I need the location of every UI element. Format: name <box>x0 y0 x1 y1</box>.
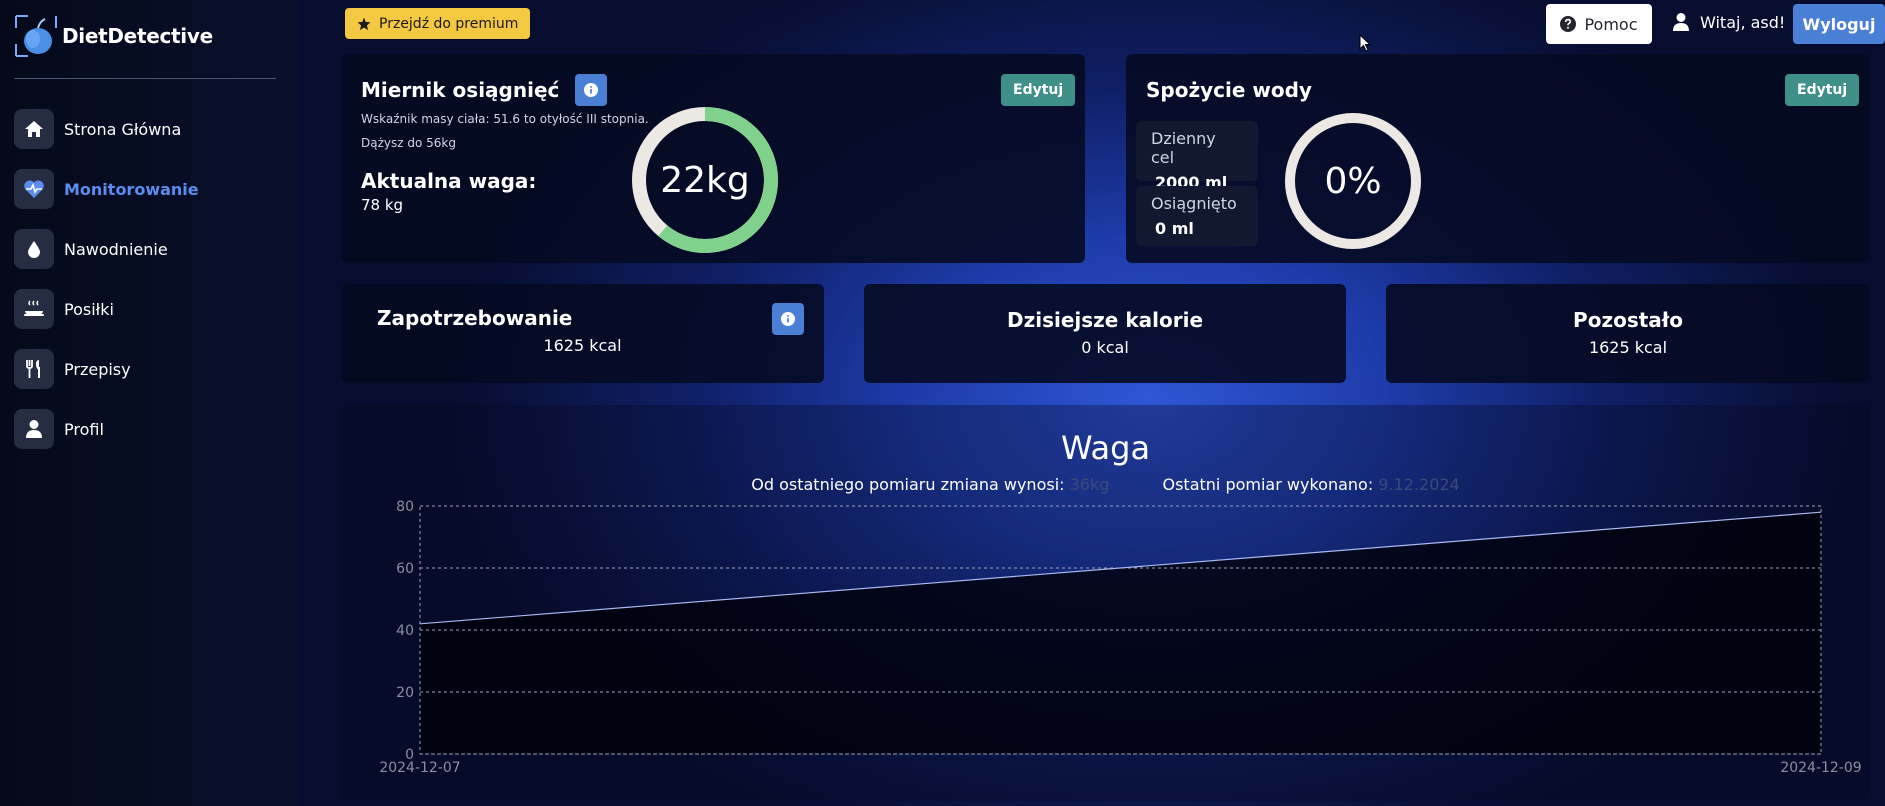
x-tick-label: 2024-12-09 <box>1780 760 1861 776</box>
today-calories-card: Dzisiejsze kalorie 0 kcal <box>864 284 1346 383</box>
premium-button[interactable]: Przejdź do premium <box>345 8 531 39</box>
heart-pulse-icon <box>14 169 54 209</box>
achievement-card: Miernik osiągnięć Wskaźnik masy ciała: 5… <box>341 54 1085 263</box>
app-name: DietDetective <box>62 24 213 48</box>
user-greeting[interactable]: Witaj, asd! <box>1672 12 1785 32</box>
sidebar-nav: Strona Główna Monitorowanie Nawodnienie <box>14 99 199 459</box>
info-button[interactable] <box>575 74 608 106</box>
sidebar-item-hydration[interactable]: Nawodnienie <box>14 219 199 279</box>
today-calories-title: Dzisiejsze kalorie <box>1006 308 1204 332</box>
info-icon <box>584 83 599 97</box>
help-button[interactable]: Pomoc <box>1546 4 1652 44</box>
utensils-icon <box>14 349 54 389</box>
x-tick-label: 2024-12-07 <box>379 760 460 776</box>
achieved-label: Osiągnięto <box>1151 194 1237 213</box>
sidebar-item-label: Strona Główna <box>64 119 182 139</box>
gauge-label: 0% <box>1324 160 1382 202</box>
sidebar: DietDetective Strona Główna Monitorowani… <box>0 0 300 806</box>
current-weight-heading: Aktualna waga: <box>361 169 537 193</box>
today-calories-value: 0 kcal <box>1081 338 1129 357</box>
sidebar-item-label: Profil <box>64 419 104 439</box>
info-button[interactable] <box>772 303 804 335</box>
sidebar-item-monitoring[interactable]: Monitorowanie <box>14 159 199 219</box>
demand-title: Zapotrzebowanie <box>377 306 573 330</box>
question-circle-icon <box>1560 16 1577 32</box>
y-tick-label: 60 <box>396 561 414 577</box>
droplet-icon <box>14 229 54 269</box>
premium-button-label: Przejdź do premium <box>379 15 519 32</box>
edit-achievement-button[interactable]: Edytuj <box>1001 74 1076 106</box>
edit-water-button[interactable]: Edytuj <box>1785 74 1860 106</box>
weight-line-chart: 0204060802024-12-07 2024-12-09 <box>379 499 1861 776</box>
sidebar-item-recipes[interactable]: Przepisy <box>14 339 199 399</box>
calorie-demand-card: Zapotrzebowanie 1625 kcal <box>341 284 824 383</box>
user-icon <box>14 409 54 449</box>
daily-goal-label: Dzienny cel <box>1151 129 1216 167</box>
logo[interactable]: DietDetective <box>14 14 213 58</box>
sidebar-item-meals[interactable]: Posiłki <box>14 279 199 339</box>
home-icon <box>14 109 54 149</box>
current-weight-value: 78 kg <box>361 196 404 214</box>
gauge-label: 22kg <box>660 159 750 201</box>
greeting-text: Witaj, asd! <box>1700 12 1786 32</box>
sidebar-divider <box>14 78 276 79</box>
sidebar-item-label: Posiłki <box>64 299 114 319</box>
daily-goal-box: Dzienny cel 2000 ml <box>1136 121 1258 192</box>
y-tick-label: 20 <box>396 685 414 701</box>
apple-logo-icon <box>14 14 58 58</box>
info-icon <box>781 312 795 326</box>
sidebar-item-profile[interactable]: Profil <box>14 399 199 459</box>
water-card: Spożycie wody Dzienny cel 2000 ml Osiągn… <box>1126 54 1870 263</box>
logout-button[interactable]: Wyloguj <box>1793 4 1885 44</box>
sidebar-item-label: Monitorowanie <box>64 179 199 199</box>
bmi-text: Wskaźnik masy ciała: 51.6 to otyłość III… <box>361 112 649 126</box>
meal-icon <box>14 289 54 329</box>
y-tick-label: 40 <box>396 623 414 639</box>
help-button-label: Pomoc <box>1584 14 1638 34</box>
sidebar-item-label: Nawodnienie <box>64 239 168 259</box>
water-title: Spożycie wody <box>1146 78 1312 102</box>
sidebar-item-home[interactable]: Strona Główna <box>14 99 199 159</box>
demand-value: 1625 kcal <box>543 336 622 355</box>
achieved-value: 0 ml <box>1155 219 1194 238</box>
remaining-calories-card: Pozostało 1625 kcal <box>1386 284 1870 383</box>
user-icon <box>1673 13 1689 31</box>
star-icon <box>357 17 371 30</box>
achieved-box: Osiągnięto 0 ml <box>1136 186 1258 246</box>
weight-progress-gauge: 22kg <box>631 106 779 254</box>
achievement-title: Miernik osiągnięć <box>361 78 560 102</box>
goal-text: Dążysz do 56kg <box>361 136 456 150</box>
mouse-cursor-icon <box>1359 33 1372 56</box>
water-progress-gauge: 0% <box>1283 111 1423 251</box>
series-area <box>420 512 1821 754</box>
weight-chart-card: Waga Od ostatniego pomiaru zmiana wynosi… <box>341 405 1870 801</box>
remaining-title: Pozostało <box>1573 308 1683 332</box>
y-tick-label: 80 <box>396 499 414 515</box>
remaining-value: 1625 kcal <box>1588 338 1668 357</box>
sidebar-item-label: Przepisy <box>64 359 131 379</box>
